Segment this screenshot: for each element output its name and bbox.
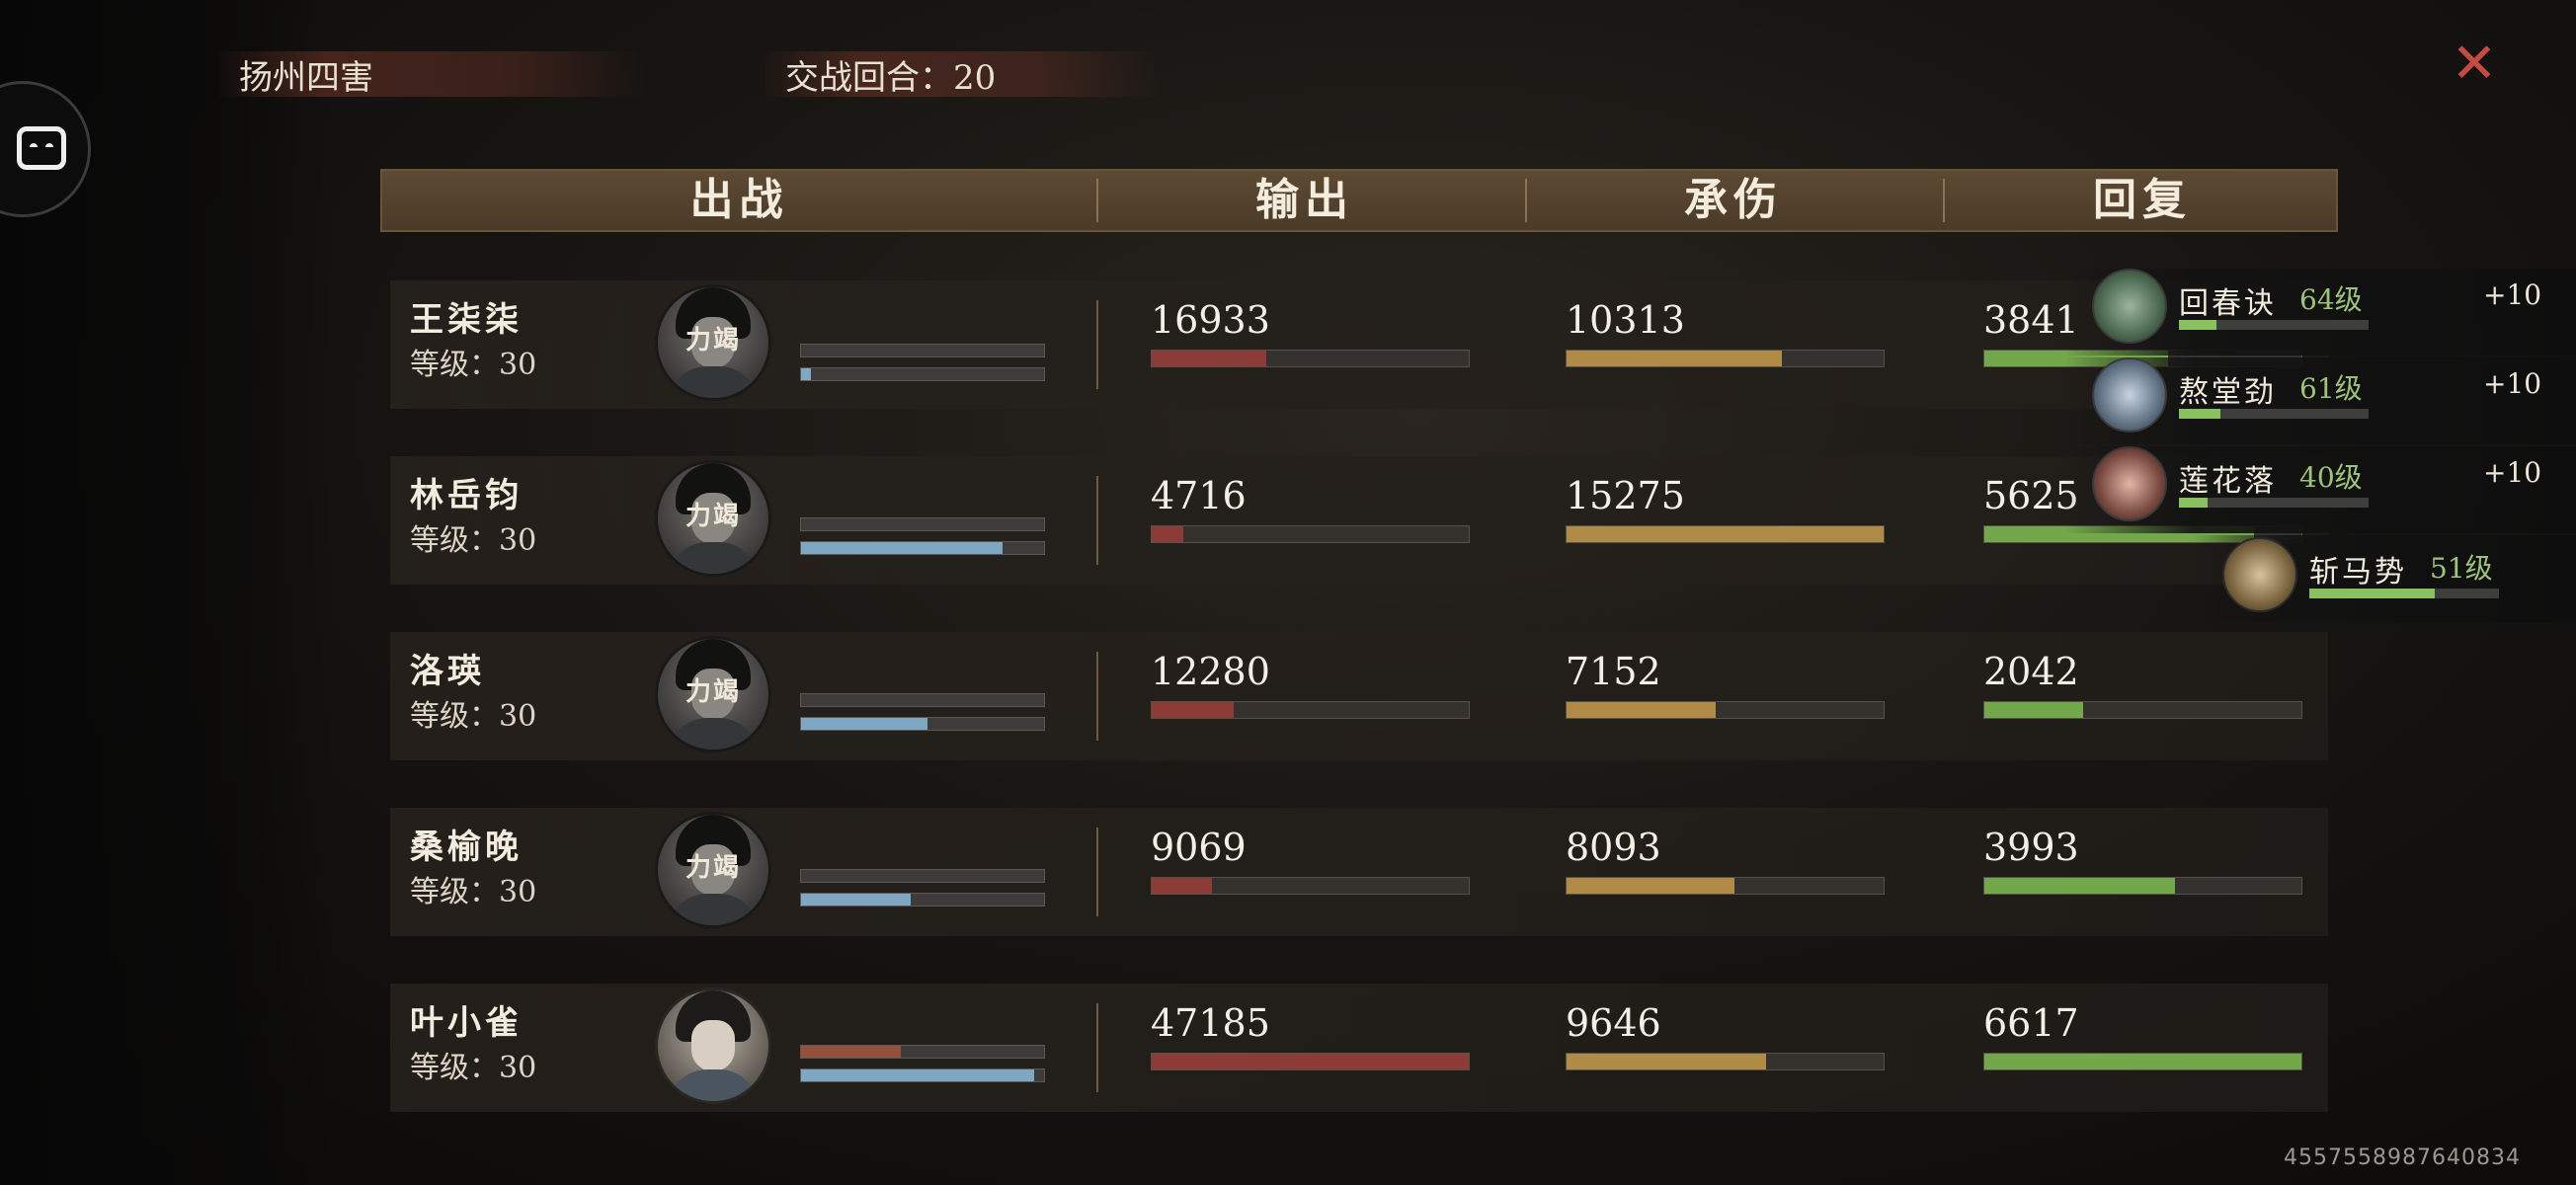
fighter-level: 等级：30 [410,523,537,558]
healing-value: 6617 [1983,1001,2079,1045]
skill-level: 40级 [2299,461,2363,494]
output-bar [1151,701,1470,719]
mini-bar-bottom [800,1068,1045,1082]
skill-item[interactable]: 斩马势 51级 [2222,537,2568,620]
output-value: 4716 [1151,474,1247,517]
mini-bar-bottom [800,893,1045,907]
row-divider [1096,828,1098,916]
team-name: 扬州四害 [239,57,373,98]
row-divider [1096,652,1098,741]
header-output: 输出 [1255,175,1354,225]
healing-value: 3993 [1983,826,2079,869]
mini-bar-bottom [800,367,1045,381]
skill-level: 51级 [2430,552,2493,585]
healing-value: 2042 [1983,650,2079,693]
skill-horse-icon [2222,537,2297,612]
mini-bar-bottom [800,541,1045,555]
output-value: 47185 [1151,1001,1270,1045]
skill-name: 回春诀 [2179,286,2277,321]
skill-name: 斩马势 [2309,555,2407,590]
rounds-banner: 交战回合：20 [765,51,1161,98]
skill-bonus: +10 [2483,456,2542,489]
skill-progress [2309,589,2499,598]
damage-taken-bar [1566,350,1885,367]
output-bar [1151,350,1470,367]
output-value: 16933 [1151,298,1270,342]
mini-bar-top [800,869,1045,883]
fighter-name: 桑榆晚 [410,828,523,867]
damage-taken-value: 15275 [1566,474,1685,517]
exhausted-stamp: 力竭 [684,853,741,883]
fighter-row[interactable]: 桑榆晚 等级：30 力竭 9069 8093 3993 [390,808,2328,936]
skill-lotus-icon [2092,446,2167,521]
output-bar [1151,1053,1470,1070]
exhausted-stamp: 力竭 [684,502,741,531]
output-bar [1151,877,1470,895]
fighter-level: 等级：30 [410,348,537,382]
mini-bar-top [800,693,1045,707]
damage-taken-value: 10313 [1566,298,1685,342]
mini-bar-top [800,517,1045,531]
row-divider [1096,476,1098,565]
mini-bar-top [800,344,1045,357]
rounds-label: 交战回合：20 [785,57,997,98]
exhausted-stamp: 力竭 [684,326,741,356]
stats-header: 出战 输出 承伤 回复 [380,169,2338,232]
skill-wind-icon [2092,357,2167,433]
fighter-name: 林岳钧 [410,476,523,515]
output-value: 12280 [1151,650,1270,693]
damage-taken-value: 9646 [1566,1001,1661,1045]
user-id: 4557558987640834 [2284,1146,2521,1170]
fighter-level: 等级：30 [410,699,537,734]
fighter-level: 等级：30 [410,1051,537,1085]
output-value: 9069 [1151,826,1247,869]
fighter-name: 洛瑛 [410,652,485,691]
fighter-row[interactable]: 洛瑛 等级：30 力竭 12280 7152 2042 [390,632,2328,760]
fighter-name: 王柒柒 [410,300,523,340]
skill-item[interactable]: 莲花落 40级 +10 [2092,446,2566,529]
skill-bonus: +10 [2483,278,2542,311]
close-icon[interactable]: ✕ [2450,37,2499,92]
face-icon [17,126,66,170]
fighter-row[interactable]: 王柒柒 等级：30 力竭 16933 10313 3841 [390,280,2328,409]
damage-taken-bar [1566,525,1885,543]
skill-progress [2179,498,2369,508]
team-name-banner: 扬州四害 [219,51,644,98]
skill-name: 熬堂劲 [2179,375,2277,410]
header-damage-taken: 承伤 [1684,175,1783,225]
header-healing: 回复 [2093,175,2192,225]
fighter-level: 等级：30 [410,875,537,909]
fighter-avatar[interactable] [655,988,771,1104]
skill-item[interactable]: 熬堂劲 61级 +10 [2092,357,2566,440]
damage-taken-bar [1566,1053,1885,1070]
skill-progress [2179,320,2369,330]
skill-spiral-icon [2092,269,2167,344]
healing-bar [1983,1053,2302,1070]
mini-bar-top [800,1045,1045,1059]
damage-taken-bar [1566,701,1885,719]
row-divider [1096,1003,1098,1092]
skill-bonus: +10 [2483,367,2542,400]
skill-level: 64级 [2299,283,2363,316]
exhausted-stamp: 力竭 [684,677,741,707]
skill-level: 61级 [2299,372,2363,405]
damage-taken-bar [1566,877,1885,895]
mini-bar-bottom [800,717,1045,731]
damage-taken-value: 8093 [1566,826,1661,869]
output-bar [1151,525,1470,543]
fighter-name: 叶小雀 [410,1003,523,1043]
skill-name: 莲花落 [2179,464,2277,499]
healing-bar [1983,877,2302,895]
damage-taken-value: 7152 [1566,650,1661,693]
header-fighters: 出战 [689,175,789,225]
healing-bar [1983,701,2302,719]
fighter-row[interactable]: 林岳钧 等级：30 力竭 4716 15275 5625 [390,456,2328,585]
fighter-row[interactable]: 叶小雀 等级：30 47185 9646 6617 [390,984,2328,1112]
skill-progress [2179,409,2369,419]
skill-item[interactable]: 回春诀 64级 +10 [2092,269,2566,352]
row-divider [1096,300,1098,389]
